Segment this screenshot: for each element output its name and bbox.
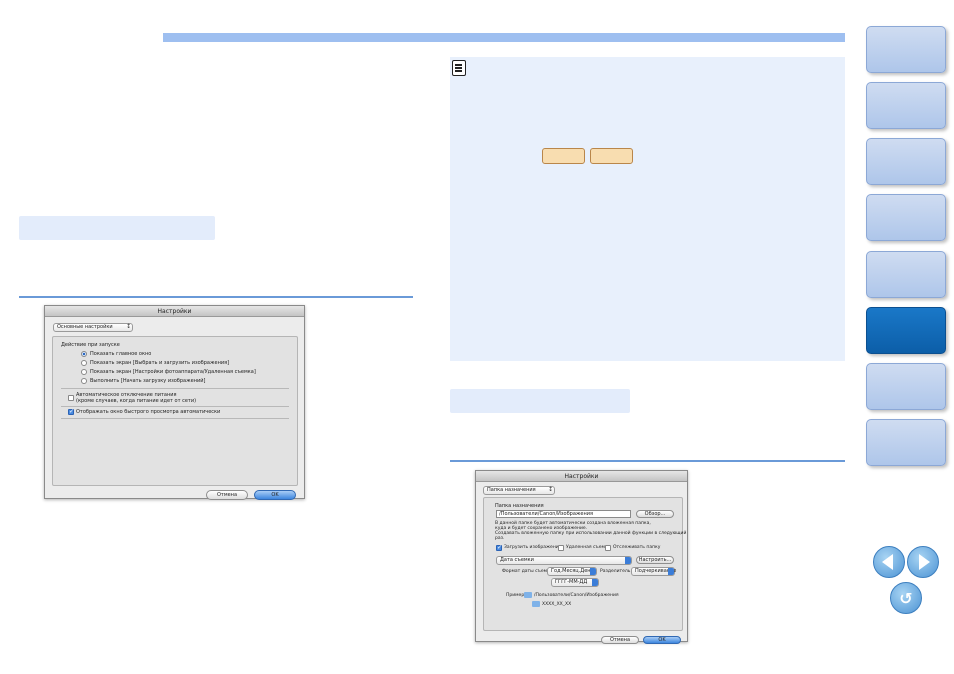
radio-label: Показать главное окно bbox=[90, 351, 152, 357]
side-tab-2[interactable] bbox=[866, 82, 946, 129]
folder-icon bbox=[524, 592, 532, 598]
section-heading-left bbox=[19, 216, 215, 240]
header-accent-bar bbox=[163, 33, 845, 42]
dialog-title: Настройки bbox=[476, 471, 687, 482]
remote-shooting-checkbox[interactable] bbox=[558, 545, 564, 551]
category-popup[interactable]: Папка назначения bbox=[483, 486, 555, 495]
radio-show-main-window[interactable] bbox=[81, 351, 87, 357]
settings-panel: Действие при запуске Показать главное ок… bbox=[52, 336, 298, 486]
separator-label: Разделитель: bbox=[600, 569, 632, 574]
quick-preview-checkbox[interactable] bbox=[68, 408, 74, 415]
destination-folder-label: Папка назначения bbox=[495, 503, 544, 509]
prev-page-button[interactable] bbox=[873, 546, 905, 578]
divider-left bbox=[19, 296, 413, 298]
format-popup[interactable]: ГГГГ-ММ-ДД bbox=[551, 578, 599, 587]
example-label: Пример: bbox=[506, 593, 526, 598]
radio-show-camera-settings[interactable] bbox=[81, 369, 87, 375]
destination-path-field[interactable]: /Пользователи/Canon/Изображения bbox=[496, 510, 631, 518]
settings-dialog-destination: Настройки Папка назначения Папка назначе… bbox=[475, 470, 688, 644]
separator bbox=[61, 388, 289, 389]
key-button-1 bbox=[542, 148, 585, 164]
ok-button[interactable]: OK bbox=[254, 490, 296, 500]
side-tab-3[interactable] bbox=[866, 138, 946, 185]
startup-action-label: Действие при запуске bbox=[61, 342, 120, 348]
folder-icon bbox=[532, 601, 540, 607]
example-subfolder: XXXX_XX_XX bbox=[542, 602, 572, 607]
quick-preview-label: Отображать окно быстрого просмотра автом… bbox=[76, 409, 221, 415]
date-format-popup[interactable]: Год.Месяц.День bbox=[547, 567, 597, 576]
load-images-label: Загрузить изображения bbox=[504, 545, 562, 550]
auto-power-off-note: (кроме случаев, когда питание идет от се… bbox=[76, 398, 197, 404]
note-box bbox=[450, 57, 845, 361]
cancel-button[interactable]: Отмена bbox=[206, 490, 248, 500]
ok-button[interactable]: OK bbox=[643, 636, 681, 644]
arrow-right-icon bbox=[919, 554, 930, 570]
separator-popup[interactable]: Подчеркивание bbox=[631, 567, 676, 576]
remote-shooting-label: Удаленная съемка bbox=[566, 545, 611, 550]
subfolder-popup[interactable]: Дата съемки bbox=[496, 556, 632, 565]
side-tab-1[interactable] bbox=[866, 26, 946, 73]
section-heading-right bbox=[450, 389, 630, 413]
key-button-2 bbox=[590, 148, 633, 164]
side-tab-4[interactable] bbox=[866, 194, 946, 241]
side-tab-6-active[interactable] bbox=[866, 307, 946, 354]
side-tab-7[interactable] bbox=[866, 363, 946, 410]
radio-show-select-download[interactable] bbox=[81, 360, 87, 366]
cancel-button[interactable]: Отмена bbox=[601, 636, 639, 644]
memo-icon bbox=[452, 60, 466, 76]
auto-power-off-checkbox[interactable] bbox=[68, 395, 74, 401]
separator bbox=[61, 418, 289, 419]
customize-button[interactable]: Настроить... bbox=[636, 556, 674, 564]
category-popup[interactable]: Основные настройки bbox=[53, 323, 133, 332]
side-tab-8[interactable] bbox=[866, 419, 946, 466]
example-path: /Пользователи/Canon/Изображения bbox=[534, 593, 619, 598]
radio-label: Показать экран [Выбрать и загрузить изоб… bbox=[90, 360, 230, 366]
separator bbox=[61, 406, 289, 407]
radio-start-download[interactable] bbox=[81, 378, 87, 384]
dialog-title: Настройки bbox=[45, 306, 304, 317]
load-images-checkbox[interactable] bbox=[496, 544, 502, 551]
side-tab-5[interactable] bbox=[866, 251, 946, 298]
info-text: раз. bbox=[495, 536, 505, 541]
info-text: Создавать вложенную папку при использова… bbox=[495, 531, 687, 536]
radio-label: Показать экран [Настройки фотоаппарата/У… bbox=[90, 369, 256, 375]
monitor-folder-checkbox[interactable] bbox=[605, 545, 611, 551]
browse-button[interactable]: Обзор... bbox=[636, 510, 674, 518]
next-page-button[interactable] bbox=[907, 546, 939, 578]
arrow-left-icon bbox=[882, 554, 893, 570]
settings-panel: Папка назначения /Пользователи/Canon/Изо… bbox=[483, 497, 687, 631]
settings-dialog-general: Настройки Основные настройки Действие пр… bbox=[44, 305, 305, 500]
monitor-folder-label: Отслеживать папку bbox=[613, 545, 661, 550]
return-button[interactable]: ↺ bbox=[890, 582, 922, 614]
radio-label: Выполнить [Начать загрузку изображений] bbox=[90, 378, 206, 384]
divider-right bbox=[450, 460, 845, 462]
return-icon: ↺ bbox=[899, 588, 913, 608]
